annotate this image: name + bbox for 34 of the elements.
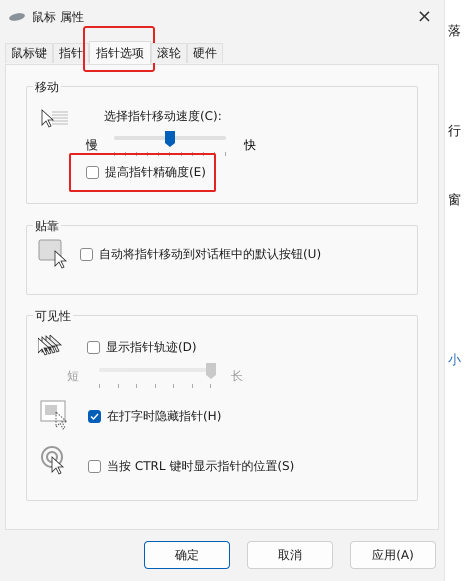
tab[interactable]: 硬件 (187, 42, 223, 62)
group-title: 移动 (33, 78, 61, 96)
checkbox[interactable] (88, 410, 101, 422)
dialog-button[interactable]: 确定 (144, 541, 230, 569)
slow-label: 慢 (86, 137, 98, 154)
checkbox[interactable] (87, 340, 100, 354)
speed-label: 选择指针移动速度(C): (104, 108, 223, 125)
long-label: 长 (231, 368, 243, 385)
checkbox-label: 在打字时隐藏指针(H) (107, 408, 222, 425)
checkbox[interactable] (80, 248, 93, 260)
dialog-button[interactable]: 应用(A) (350, 541, 436, 569)
tab[interactable]: 鼠标键 (5, 42, 53, 62)
fast-label: 快 (244, 137, 256, 154)
tab[interactable]: 滚轮 (151, 42, 187, 62)
tab[interactable]: 指针选项 (89, 41, 151, 64)
checkbox-label: 提高指针精确度(E) (105, 164, 206, 181)
checkbox[interactable] (86, 166, 99, 178)
group-title: 贴靠 (33, 217, 61, 235)
background-text: 落 (448, 23, 462, 41)
dialog-button[interactable]: 取消 (247, 541, 333, 569)
background-text: 小 (448, 352, 462, 370)
checkbox[interactable] (88, 460, 101, 472)
background-text: 窗 (448, 192, 462, 210)
checkbox-label: 当按 CTRL 键时显示指针的位置(S) (107, 458, 294, 475)
mouse-icon (8, 12, 26, 22)
group-title: 可见性 (33, 307, 73, 325)
tab[interactable]: 指针 (53, 42, 89, 62)
close-button[interactable]: × (412, 8, 436, 26)
checkbox-label: 自动将指针移动到对话框中的默认按钮(U) (99, 246, 322, 263)
window-title: 鼠标 属性 (32, 9, 84, 26)
background-text: 行 (448, 122, 462, 140)
slider-thumb[interactable] (164, 130, 176, 148)
checkbox-label: 显示指针轨迹(D) (106, 339, 197, 356)
short-label: 短 (67, 368, 79, 385)
